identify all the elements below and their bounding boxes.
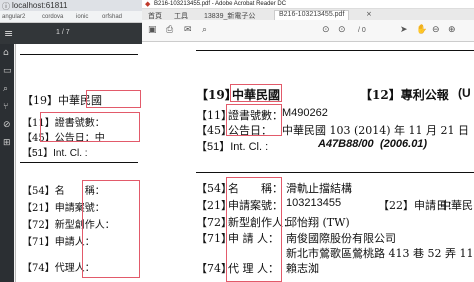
browser-window: ⓘ localhost:61811 angular2 cordova ionic… <box>0 0 142 282</box>
doc-value-71-name: 南俊國際股份有限公司 <box>286 232 396 245</box>
doc-value-21: 103213455 <box>286 197 342 209</box>
extensions-icon[interactable]: ⊞ <box>3 138 11 148</box>
acrobat-logo-icon: ◆ <box>145 0 151 8</box>
doc-label-12: 【12】專利公報 <box>360 88 449 102</box>
doc-value-72: 邱怡翔 (TW) <box>286 216 350 229</box>
highlight-11-45 <box>40 112 140 142</box>
left-sidebar: ⌂ ▭ ⌕ ⑂ ⊘ ⊞ <box>0 44 14 282</box>
doc-value-45: 中華民國 103 (2014) 年 11 月 21 日 <box>282 124 470 137</box>
doc-value-22: 中華民 <box>440 199 473 212</box>
window-title: B216-103213455.pdf - Adobe Acrobat Reade… <box>154 1 287 7</box>
zoom-in-icon[interactable]: ⊕ <box>448 25 456 35</box>
page-up-icon[interactable]: ⊙ <box>322 25 330 35</box>
field-51: 【51】Int. Cl. : <box>22 148 88 159</box>
highlight-19 <box>230 84 282 102</box>
zoom-out-icon[interactable]: ⊖ <box>432 25 440 35</box>
bookmark-orfshad[interactable]: orfshad <box>102 12 122 22</box>
page-indicator[interactable]: / 0 <box>358 27 366 34</box>
bookmark-cordova[interactable]: cordova <box>42 12 63 22</box>
highlight-11-45 <box>226 104 282 136</box>
page-down-icon[interactable]: ⊙ <box>338 25 346 35</box>
menu-icon[interactable]: ≡ <box>4 27 13 40</box>
doc-value-74: 賴志洳 <box>286 262 319 275</box>
browser-tabbar: ⓘ localhost:61811 <box>0 0 142 11</box>
debug-icon[interactable]: ⊘ <box>3 120 11 130</box>
search-icon[interactable]: ⌕ <box>3 84 8 94</box>
bookmarks-bar: angular2 cordova ionic orfshad <box>0 11 142 23</box>
bookmark-ionic[interactable]: ionic <box>76 12 88 22</box>
folder-icon[interactable]: ▭ <box>3 66 12 76</box>
pdf-toolbar: ≡ 1 / 7 <box>0 23 142 44</box>
home-icon[interactable]: ⌂ <box>3 48 9 58</box>
pdf-page: 【19】中華民國 【11】證書號數： 【45】公告日：中 【51】Int. Cl… <box>15 44 142 282</box>
doc-value-54: 滑軌止擋結構 <box>286 182 352 195</box>
doc-value-11: M490262 <box>282 107 328 119</box>
close-tab-icon[interactable]: × <box>366 10 372 18</box>
mail-icon[interactable]: ✉ <box>184 25 192 35</box>
doc-label-51: 【51】Int. Cl. : <box>196 141 269 153</box>
doc-tail-12: (U <box>458 86 471 100</box>
highlight-54-74 <box>82 180 140 278</box>
acrobat-tabbar: 首頁 工具 13839_新電子公文... B216-103213455.pdf … <box>142 9 474 30</box>
page-indicator[interactable]: 1 / 7 <box>56 29 70 36</box>
search-icon[interactable]: ⌕ <box>202 25 207 35</box>
save-icon[interactable]: ▣ <box>148 25 157 35</box>
acrobat-titlebar: ◆ B216-103213455.pdf - Adobe Acrobat Rea… <box>142 0 474 9</box>
tab-document-active[interactable]: B216-103213455.pdf <box>274 10 350 20</box>
branch-icon[interactable]: ⑂ <box>3 102 8 112</box>
hand-icon[interactable]: ✋ <box>416 25 427 35</box>
highlight-54-74 <box>226 177 282 282</box>
select-arrow-icon[interactable]: ➤ <box>400 25 408 35</box>
highlight-19 <box>86 90 141 108</box>
address-bar[interactable]: localhost:61811 <box>12 0 140 11</box>
doc-value-51: A47B88/00 <box>318 138 374 150</box>
doc-value-71-address: 新北市鶯歌區鶯桃路 413 巷 52 弄 11 號 <box>286 247 474 260</box>
acrobat-window: ◆ B216-103213455.pdf - Adobe Acrobat Rea… <box>142 0 474 282</box>
document-page: 【19】 中華民國 【12】專利公報 (U 【11】 證書號數： M490262… <box>142 42 474 282</box>
bookmark-angular2[interactable]: angular2 <box>2 12 25 22</box>
doc-year-51: (2006.01) <box>380 138 428 150</box>
acrobat-toolbar: ▣ ⎙ ✉ ⌕ ⊙ ⊙ / 0 ➤ ✋ ⊖ ⊕ <box>142 20 474 42</box>
print-icon[interactable]: ⎙ <box>166 25 173 35</box>
